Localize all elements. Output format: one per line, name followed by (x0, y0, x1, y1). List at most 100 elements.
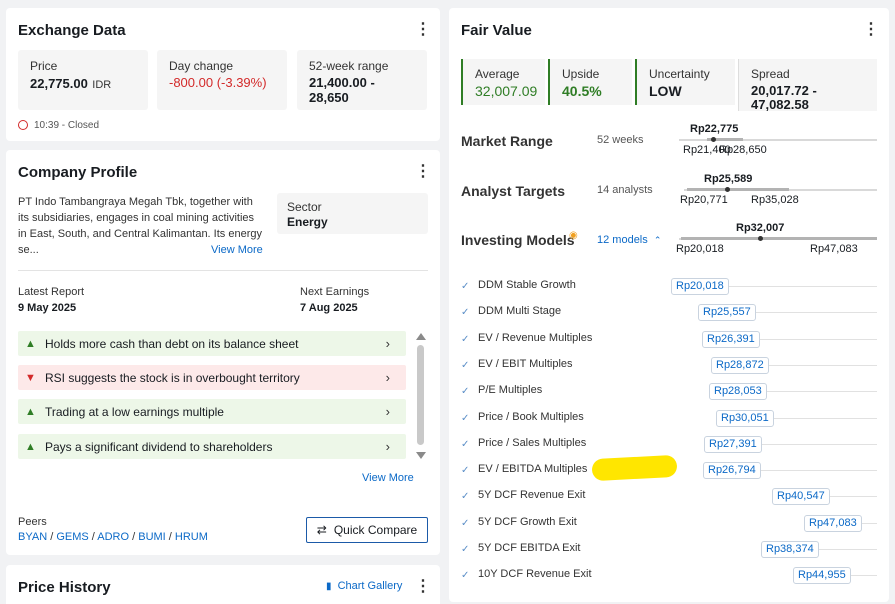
desc-line: its subsidiaries, engages in coal mining… (18, 212, 255, 224)
model-row[interactable]: ✓ 5Y DCF EBITDA Exit Rp38,374 (449, 539, 889, 565)
model-value-pill: Rp26,794 (703, 462, 761, 480)
desc-line: PT Indo Tambangraya Megah Tbk, together … (18, 196, 253, 208)
model-value-pill: Rp28,053 (709, 383, 767, 401)
chevron-right-icon: › (385, 439, 390, 454)
model-checkbox[interactable]: ✓ (461, 308, 471, 318)
chart-gallery-link[interactable]: ▮ Chart Gallery (326, 580, 402, 592)
insight-text: Trading at a low earnings multiple (45, 404, 224, 419)
model-value-pill: Rp27,391 (704, 435, 762, 453)
next-earnings-value: 7 Aug 2025 (300, 302, 358, 314)
analyst-targets-high: Rp35,028 (751, 194, 799, 206)
model-name: EV / Revenue Multiples (478, 331, 593, 344)
model-row[interactable]: ✓ DDM Stable Growth Rp20,018 (449, 276, 889, 302)
quick-compare-button[interactable]: ⇄ Quick Compare (306, 517, 428, 543)
insight-item[interactable]: ▼ RSI suggests the stock is in overbough… (18, 365, 406, 390)
insight-text: RSI suggests the stock is in overbought … (45, 370, 300, 385)
model-row[interactable]: ✓ Price / Book Multiples Rp30,051 (449, 408, 889, 434)
bull-icon: ▲ (25, 440, 36, 453)
average-box: Average 32,007.09 (461, 59, 545, 105)
scroll-up-icon[interactable] (416, 333, 426, 340)
peer-link[interactable]: BUMI (138, 531, 166, 543)
models-count: 12 models (597, 234, 648, 246)
model-checkbox[interactable]: ✓ (461, 571, 471, 581)
analyst-targets-sub: 14 analysts (597, 184, 653, 196)
uncertainty-value: LOW (649, 83, 682, 99)
info-badge-icon: ◉ (569, 230, 578, 241)
insight-item[interactable]: ▲ Pays a significant dividend to shareho… (18, 434, 406, 459)
model-row[interactable]: ✓ DDM Multi Stage Rp25,557 (449, 302, 889, 328)
model-checkbox[interactable]: ✓ (461, 282, 471, 292)
investing-models-marker (758, 236, 763, 241)
model-name: 5Y DCF EBITDA Exit (478, 542, 581, 554)
model-checkbox[interactable]: ✓ (461, 334, 471, 345)
more-options-icon[interactable]: ⋮ (863, 22, 879, 38)
price-label: Price (30, 59, 58, 73)
chart-gallery-label: Chart Gallery (337, 580, 403, 592)
chevron-right-icon: › (385, 336, 390, 351)
range-value-1: 21,400.00 - (309, 75, 375, 90)
model-checkbox[interactable]: ✓ (461, 545, 471, 555)
model-checkbox[interactable]: ✓ (461, 387, 471, 397)
day-change-box: Day change -800.00 (-3.39%) (157, 50, 287, 110)
model-name: EV / EBIT Multiples (478, 357, 573, 370)
model-name: EV / EBITDA Multiples (478, 463, 588, 476)
model-value-pill: Rp47,083 (804, 514, 862, 532)
more-options-icon[interactable]: ⋮ (415, 164, 431, 180)
model-row[interactable]: ✓ EV / Revenue Multiples Rp26,391 (449, 329, 889, 355)
model-checkbox[interactable]: ✓ (461, 466, 471, 476)
market-range-title: Market Range (461, 133, 553, 149)
model-checkbox[interactable]: ✓ (461, 413, 471, 424)
model-row[interactable]: ✓ 10Y DCF Revenue Exit Rp44,955 (449, 565, 889, 591)
model-name: 5Y DCF Growth Exit (478, 515, 577, 528)
scroll-down-icon[interactable] (416, 452, 426, 459)
peer-link[interactable]: HRUM (175, 531, 208, 543)
scroll-thumb[interactable] (417, 345, 424, 445)
day-change-label: Day change (169, 59, 234, 73)
sector-box: Sector Energy (277, 193, 428, 234)
next-earnings-label: Next Earnings (300, 286, 370, 298)
model-value-pill: Rp25,557 (698, 304, 756, 322)
spread-value-1: 20,017.72 - (751, 83, 817, 98)
model-row[interactable]: ✓ 5Y DCF Revenue Exit Rp40,547 (449, 486, 889, 512)
insights-view-more-link[interactable]: View More (362, 472, 414, 484)
more-options-icon[interactable]: ⋮ (415, 579, 431, 595)
scrollbar[interactable] (415, 333, 427, 459)
fair-value-title: Fair Value (461, 22, 532, 39)
model-row[interactable]: ✓ EV / EBIT Multiples Rp28,872 (449, 355, 889, 381)
model-checkbox[interactable]: ✓ (461, 360, 471, 371)
models-toggle[interactable]: 12 models ⌃ (597, 234, 661, 246)
model-checkbox[interactable]: ✓ (461, 518, 471, 529)
range-box: 52-week range 21,400.00 - 28,650 (297, 50, 427, 110)
analyst-targets-fill (687, 188, 789, 191)
model-checkbox[interactable]: ✓ (461, 492, 471, 502)
view-more-link[interactable]: View More (211, 242, 263, 258)
quick-compare-label: Quick Compare (333, 523, 418, 537)
upside-value: 40.5% (562, 83, 602, 99)
model-checkbox[interactable]: ✓ (461, 439, 471, 450)
exchange-data-card: Exchange Data ⋮ Price 22,775.00 IDR Day … (6, 8, 440, 141)
model-row[interactable]: ✓ P/E Multiples Rp28,053 (449, 381, 889, 407)
average-value: 32,007.09 (475, 83, 538, 99)
insight-item[interactable]: ▲ Trading at a low earnings multiple › (18, 399, 406, 424)
insight-item[interactable]: ▲ Holds more cash than debt on its balan… (18, 331, 406, 356)
investing-models-current: Rp32,007 (736, 222, 785, 234)
peer-link[interactable]: ADRO (97, 531, 129, 543)
bear-icon: ▼ (25, 371, 36, 384)
model-value-pill: Rp28,872 (711, 356, 769, 374)
peer-link[interactable]: BYAN (18, 531, 47, 543)
company-description: PT Indo Tambangraya Megah Tbk, together … (18, 194, 268, 258)
peer-link[interactable]: GEMS (56, 531, 88, 543)
company-profile-title: Company Profile (18, 164, 138, 181)
more-options-icon[interactable]: ⋮ (415, 22, 431, 38)
upside-label: Upside (562, 67, 600, 81)
range-label: 52-week range (309, 59, 389, 73)
model-name: DDM Stable Growth (478, 279, 576, 291)
market-range-current: Rp22,775 (690, 123, 739, 135)
market-time: 10:39 - Closed (34, 120, 100, 131)
exchange-data-title: Exchange Data (18, 22, 126, 39)
price-history-title: Price History (18, 579, 111, 596)
model-row[interactable]: ✓ 5Y DCF Growth Exit Rp47,083 (449, 513, 889, 539)
bar-chart-icon: ▮ (326, 581, 332, 592)
insight-text: Holds more cash than debt on its balance… (45, 336, 299, 351)
desc-line: se... (18, 244, 39, 256)
